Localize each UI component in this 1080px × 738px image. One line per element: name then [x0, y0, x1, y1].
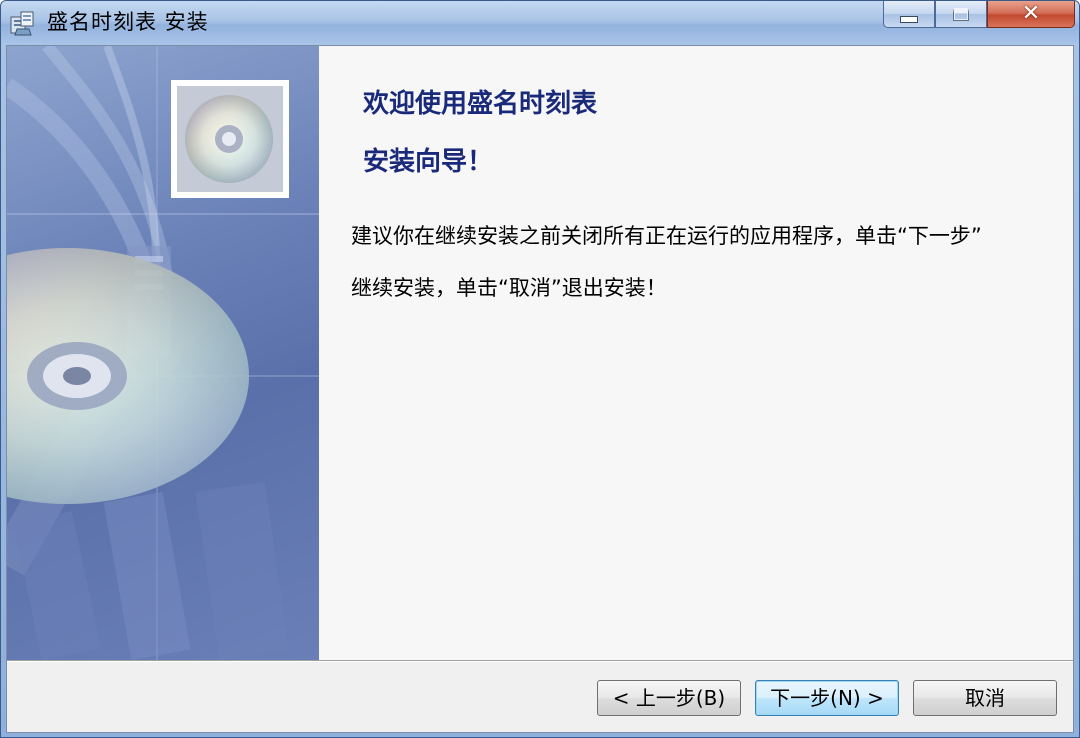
wizard-client-area: 欢迎使用盛名时刻表 安装向导！ 建议你在继续安装之前关闭所有正在运行的应用程序，… — [6, 45, 1074, 733]
installer-window: 盛名时刻表 安装 ✕ 欢迎使用盛名时刻表 安装向导！ 建议你在继续安装之前关闭所… — [0, 0, 1080, 738]
minimize-icon — [900, 15, 918, 23]
close-button[interactable]: ✕ — [987, 1, 1075, 28]
welcome-subtitle: 安装向导！ — [363, 147, 494, 177]
wizard-content-pane: 欢迎使用盛名时刻表 安装向导！ 建议你在继续安装之前关闭所有正在运行的应用程序，… — [319, 46, 1073, 660]
maximize-button[interactable] — [935, 1, 987, 28]
caption-buttons: ✕ — [883, 1, 1075, 29]
back-button[interactable]: < 上一步(B) — [597, 680, 741, 716]
window-title: 盛名时刻表 安装 — [47, 10, 209, 34]
wizard-side-banner — [7, 46, 319, 660]
maximize-icon — [953, 7, 969, 21]
cancel-button[interactable]: 取消 — [913, 680, 1057, 716]
close-icon: ✕ — [1021, 1, 1041, 26]
welcome-description: 建议你在继续安装之前关闭所有正在运行的应用程序，单击“下一步” 继续安装，单击“… — [351, 210, 1051, 314]
wizard-button-bar: < 上一步(B) 下一步(N) > 取消 — [7, 662, 1073, 732]
banner-artwork — [7, 46, 319, 660]
description-line-1: 建议你在继续安装之前关闭所有正在运行的应用程序，单击“下一步” — [351, 224, 982, 248]
installer-app-icon — [9, 9, 37, 37]
title-bar[interactable]: 盛名时刻表 安装 ✕ — [1, 1, 1079, 45]
description-line-2: 继续安装，单击“取消”退出安装！ — [351, 276, 667, 300]
next-button[interactable]: 下一步(N) > — [755, 680, 899, 716]
welcome-title: 欢迎使用盛名时刻表 — [363, 89, 598, 119]
minimize-button[interactable] — [883, 1, 935, 28]
